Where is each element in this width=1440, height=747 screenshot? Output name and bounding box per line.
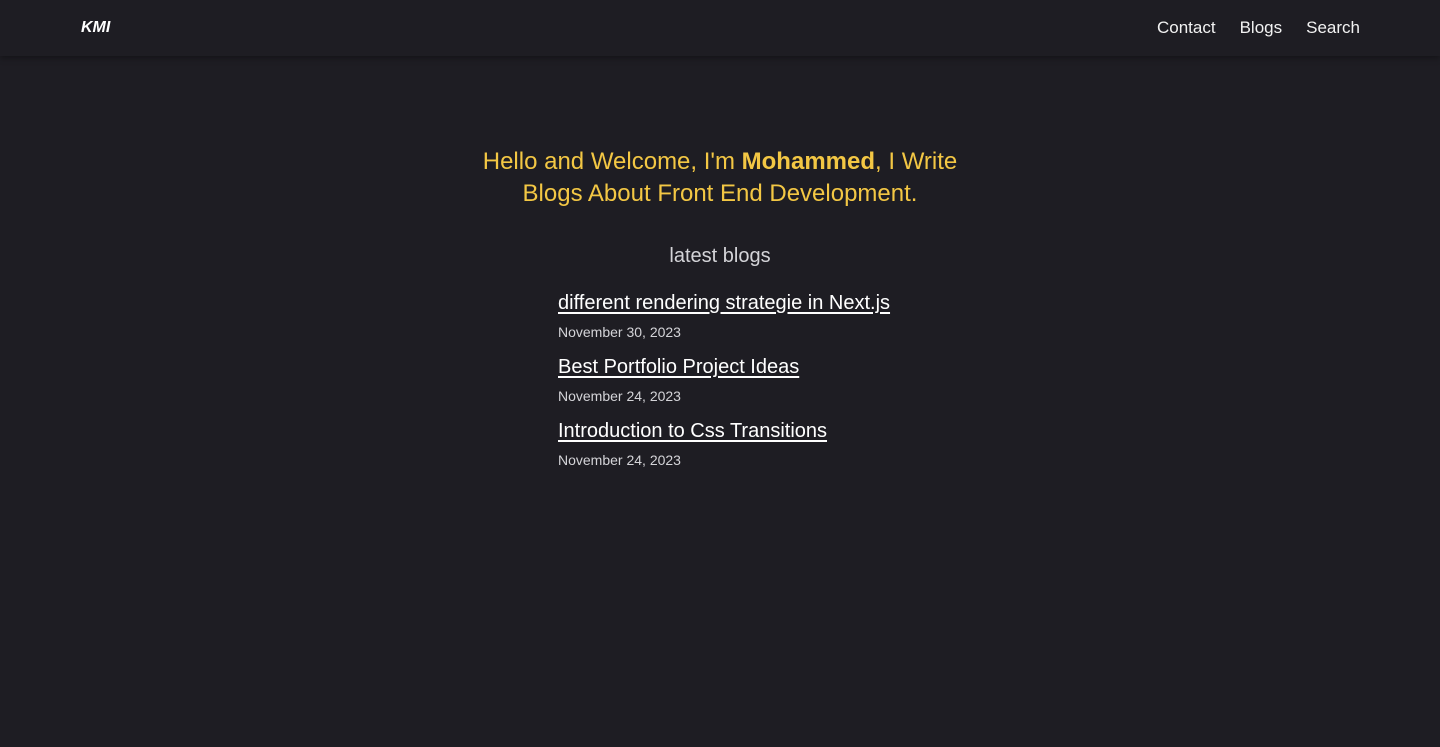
blog-list-item: Best Portfolio Project Ideas November 24… [558,353,1058,417]
blog-title-link[interactable]: different rendering strategie in Next.js [558,289,890,317]
blog-title-link[interactable]: Introduction to Css Transitions [558,417,827,445]
site-logo[interactable]: KMI [81,18,110,38]
latest-blogs-heading: latest blogs [669,245,771,267]
blog-list-item: different rendering strategie in Next.js… [558,289,1058,353]
latest-blogs-list: different rendering strategie in Next.js… [558,289,1058,481]
author-name: Mohammed [741,148,876,175]
blog-date: November 24, 2023 [558,452,681,468]
main-nav: Contact Blogs Search [1157,17,1360,39]
nav-link-contact[interactable]: Contact [1157,17,1216,39]
nav-link-blogs[interactable]: Blogs [1240,17,1283,39]
top-navbar: KMI Contact Blogs Search [0,0,1440,56]
hero-section: Hello and Welcome, I'm Mohammed, I Write… [0,146,1440,210]
blog-date: November 30, 2023 [558,324,681,340]
welcome-message: Hello and Welcome, I'm Mohammed, I Write… [460,146,980,210]
blog-title-link[interactable]: Best Portfolio Project Ideas [558,353,799,381]
blog-list-item: Introduction to Css Transitions November… [558,417,1058,481]
welcome-text-before: Hello and Welcome, I'm [482,148,742,175]
blog-date: November 24, 2023 [558,388,681,404]
nav-link-search[interactable]: Search [1306,17,1360,39]
